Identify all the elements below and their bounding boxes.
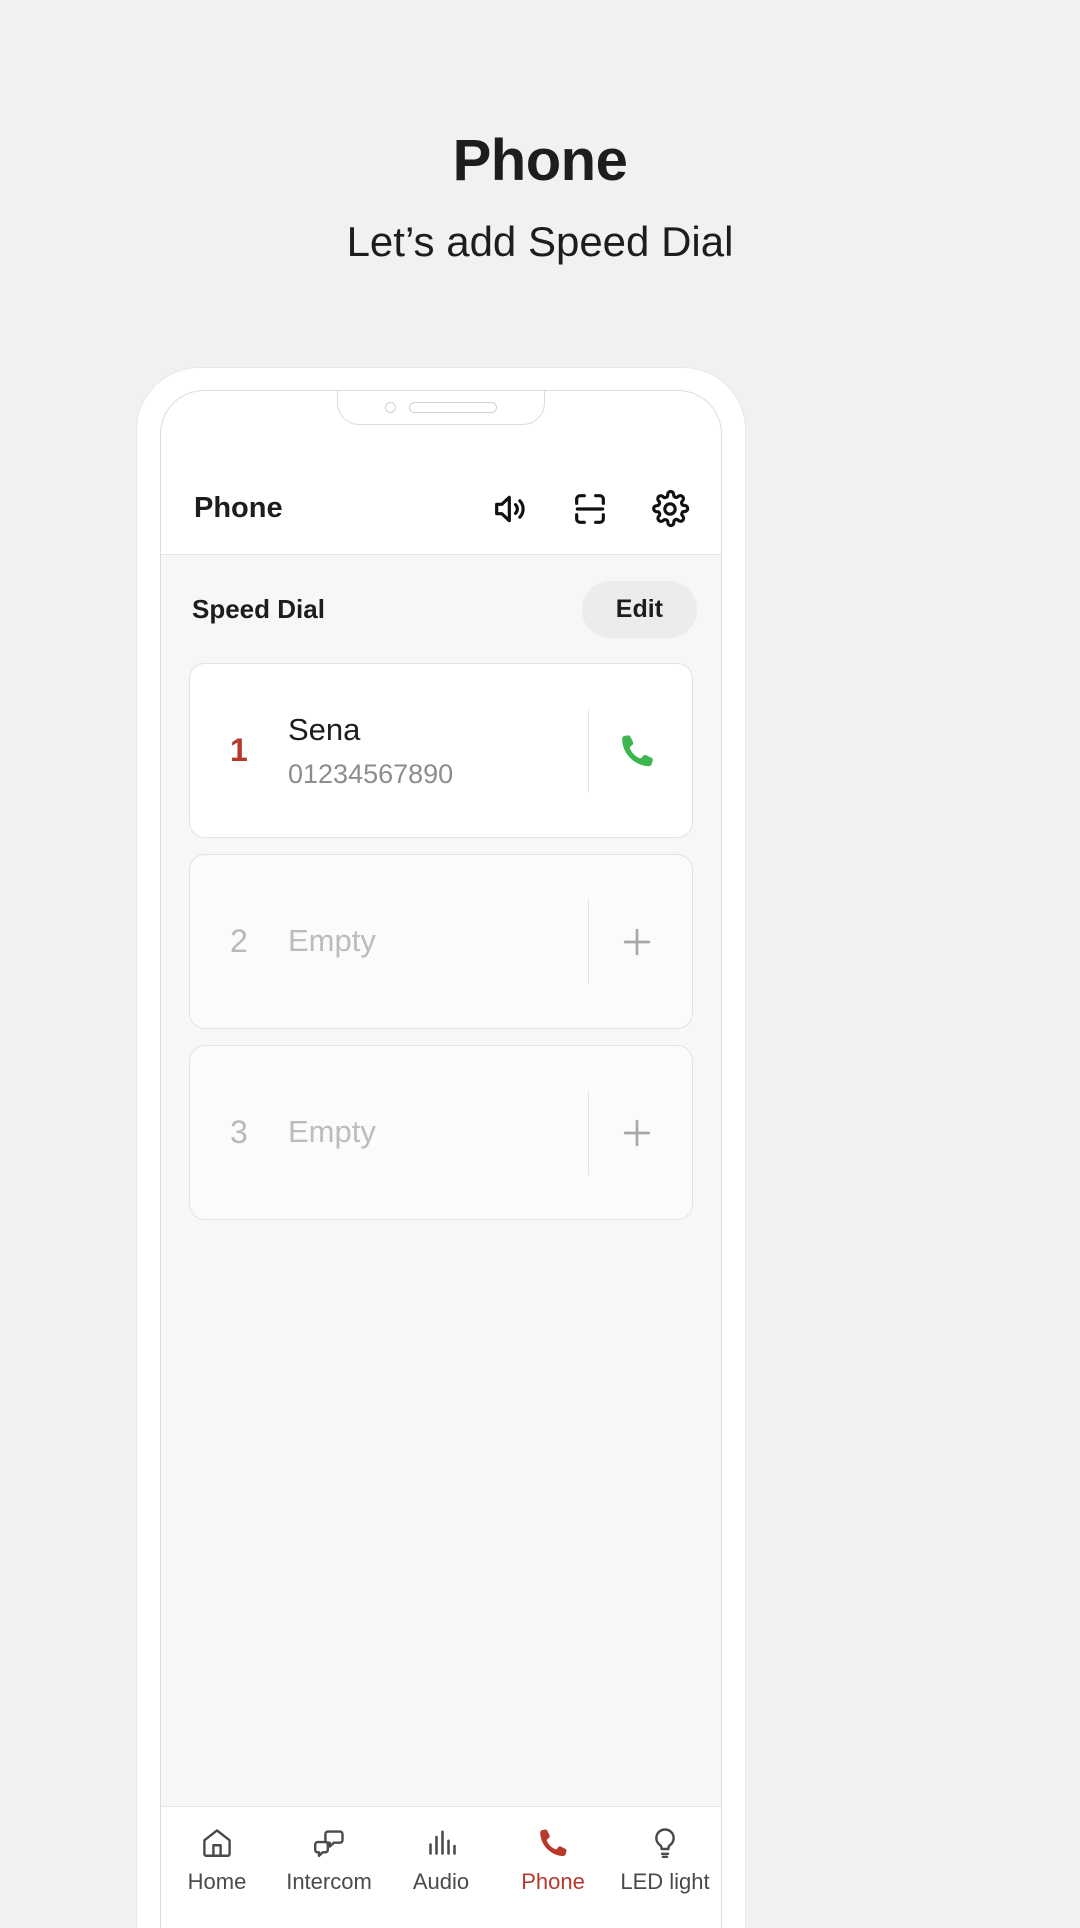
add-contact-button[interactable] [588, 1090, 684, 1175]
nav-item-led-light[interactable]: LED light [609, 1825, 721, 1893]
speed-dial-name: Empty [288, 1114, 376, 1150]
speed-dial-row[interactable]: 3 Empty [189, 1045, 693, 1220]
audio-icon [429, 1830, 456, 1855]
speed-dial-section-header: Speed Dial Edit [161, 555, 721, 663]
call-icon [621, 734, 653, 766]
speed-dial-name: Sena [288, 711, 361, 747]
speed-dial-index: 1 [230, 732, 248, 768]
phone-screen: Phone Speed Dial Edit 1 Sena 01234567890… [160, 390, 722, 1928]
add-contact-button[interactable] [588, 899, 684, 984]
bottom-nav: Home Intercom Audio Phone LED light [161, 1806, 721, 1928]
nav-item-intercom[interactable]: Intercom [273, 1825, 385, 1893]
speed-dial-list: 1 Sena 01234567890 2 Empty 3 Empty [161, 663, 721, 1220]
phone-notch [337, 391, 545, 425]
call-button[interactable] [588, 708, 684, 793]
plus-icon [623, 928, 650, 955]
page-title: Phone [452, 128, 628, 193]
nav-label: Home [187, 1869, 247, 1894]
nav-item-phone[interactable]: Phone [497, 1825, 609, 1893]
scan-icon[interactable] [570, 489, 610, 529]
app-header: Phone [161, 463, 721, 555]
page-subtitle: Let’s add Speed Dial [346, 217, 734, 265]
home-icon [203, 1829, 231, 1857]
earpiece-icon [409, 402, 497, 413]
nav-label: LED light [620, 1869, 710, 1894]
speed-dial-number: 01234567890 [288, 758, 454, 789]
app-content: Speed Dial Edit 1 Sena 01234567890 2 Emp… [161, 555, 721, 1806]
speed-dial-name: Empty [288, 923, 376, 959]
edit-button[interactable]: Edit [581, 580, 697, 638]
phone-icon [540, 1829, 567, 1857]
nav-label: Intercom [286, 1869, 372, 1894]
speed-dial-info: Empty [288, 1113, 588, 1152]
phone-mockup: Phone Speed Dial Edit 1 Sena 01234567890… [137, 368, 745, 1928]
speed-dial-index: 2 [230, 923, 248, 959]
speed-dial-row[interactable]: 1 Sena 01234567890 [189, 663, 693, 838]
nav-label: Audio [412, 1869, 470, 1894]
plus-icon [623, 1119, 650, 1146]
app-header-title: Phone [194, 492, 283, 524]
speed-dial-info: Sena 01234567890 [288, 711, 588, 790]
nav-item-audio[interactable]: Audio [385, 1825, 497, 1893]
speed-dial-index: 3 [230, 1114, 248, 1150]
page-heading: Phone Let’s add Speed Dial [0, 0, 1080, 267]
camera-icon [385, 402, 396, 413]
nav-label: Phone [521, 1869, 585, 1894]
speaker-icon[interactable] [490, 489, 530, 529]
speed-dial-info: Empty [288, 922, 588, 961]
bulb-icon [655, 1828, 675, 1858]
speed-dial-row[interactable]: 2 Empty [189, 854, 693, 1029]
intercom-icon [314, 1830, 344, 1858]
app-header-actions [490, 489, 690, 529]
nav-item-home[interactable]: Home [161, 1825, 273, 1893]
speed-dial-title: Speed Dial [192, 593, 325, 624]
gear-icon[interactable] [650, 489, 690, 529]
